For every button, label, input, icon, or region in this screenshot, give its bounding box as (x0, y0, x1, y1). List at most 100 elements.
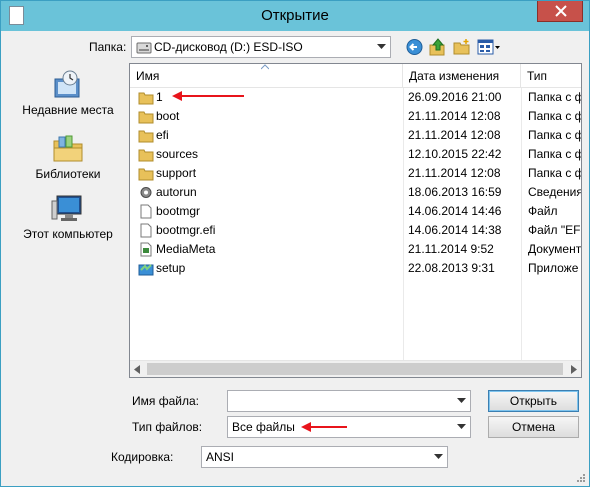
recent-places-icon (54, 70, 80, 98)
title-bar[interactable]: Открытие (1, 1, 589, 31)
file-type: Папка с ф (528, 128, 581, 142)
file-icon (140, 223, 152, 238)
folder-icon (138, 149, 154, 162)
computer-icon (51, 195, 82, 221)
column-header: Имя Дата изменения Тип (130, 64, 581, 88)
setup-app-icon (138, 264, 154, 276)
place-libraries[interactable]: Библиотеки (8, 133, 128, 181)
lookin-value: CD-дисковод (D:) ESD-ISO (154, 40, 303, 54)
window-title: Открытие (261, 7, 329, 24)
folder-icon (138, 130, 154, 143)
file-row[interactable]: autorun 18.06.2013 16:59 Сведения (130, 183, 581, 202)
close-button[interactable] (537, 1, 583, 22)
filetype-dropdown[interactable]: Все файлы (227, 416, 471, 438)
encoding-label: Кодировка: (111, 450, 174, 464)
file-type: Папка с ф (528, 147, 581, 161)
encoding-dropdown[interactable]: ANSI (201, 446, 448, 468)
file-date: 12.10.2015 22:42 (408, 147, 502, 161)
open-button[interactable]: Открыть (488, 390, 579, 412)
file-type: Папка с ф (528, 166, 581, 180)
column-name-label: Имя (136, 69, 160, 83)
encoding-value: ANSI (206, 450, 235, 464)
file-row[interactable]: MediaMeta 21.11.2014 9:52 Документ (130, 240, 581, 259)
filename-input[interactable] (227, 390, 471, 412)
resize-grip-icon[interactable] (575, 472, 585, 482)
file-date: 22.08.2013 9:31 (408, 261, 495, 275)
new-folder-icon[interactable] (453, 38, 471, 56)
back-icon[interactable] (406, 38, 423, 56)
file-row[interactable]: efi 21.11.2014 12:08 Папка с ф (130, 126, 581, 145)
file-name: autorun (156, 185, 197, 199)
folder-icon (138, 168, 154, 181)
view-menu-icon[interactable] (477, 38, 501, 56)
file-date: 14.06.2014 14:38 (408, 223, 502, 237)
file-date: 21.11.2014 12:08 (408, 166, 501, 180)
file-name: bootmgr (156, 204, 201, 218)
file-row[interactable]: sources 12.10.2015 22:42 Папка с ф (130, 145, 581, 164)
file-list[interactable]: Имя Дата изменения Тип 1 26.09.2016 21:0… (129, 63, 582, 378)
sort-ascending-icon (261, 64, 269, 70)
lookin-dropdown[interactable]: CD-дисковод (D:) ESD-ISO (131, 36, 391, 58)
file-date: 21.11.2014 12:08 (408, 109, 501, 123)
column-date-label: Дата изменения (409, 69, 500, 83)
chevron-down-icon (457, 398, 466, 403)
lookin-label: Папка: (89, 40, 127, 54)
file-date: 14.06.2014 14:46 (408, 204, 502, 218)
annotation-arrow (301, 422, 347, 432)
column-type-label: Тип (527, 69, 548, 83)
horizontal-scrollbar[interactable] (130, 360, 581, 377)
file-row[interactable]: support 21.11.2014 12:08 Папка с ф (130, 164, 581, 183)
file-date: 18.06.2013 16:59 (408, 185, 502, 199)
up-folder-icon[interactable] (429, 38, 447, 56)
place-label: Библиотеки (35, 167, 101, 181)
filetype-dropdown-arrow[interactable] (452, 417, 470, 437)
settings-file-icon (140, 187, 152, 198)
file-row[interactable]: boot 21.11.2014 12:08 Папка с ф (130, 107, 581, 126)
filename-dropdown-arrow[interactable] (452, 391, 470, 411)
cancel-button[interactable]: Отмена (488, 416, 579, 438)
scrollbar-thumb[interactable] (147, 363, 563, 375)
file-type: Файл (528, 204, 558, 218)
file-date: 21.11.2014 9:52 (408, 242, 494, 256)
file-row[interactable]: bootmgr 14.06.2014 14:46 Файл (130, 202, 581, 221)
file-name: support (156, 166, 197, 180)
encoding-dropdown-arrow[interactable] (429, 447, 447, 467)
folder-icon (138, 111, 154, 124)
file-name: sources (156, 147, 199, 161)
close-icon (555, 5, 567, 17)
file-name: setup (156, 261, 186, 275)
file-name: boot (156, 109, 180, 123)
file-date: 26.09.2016 21:00 (408, 90, 502, 104)
open-dialog: Открытие Папка: CD-дисковод (D:) ESD-ISO (0, 0, 590, 487)
file-type: Файл "EFI (528, 223, 581, 237)
filename-label: Имя файла: (132, 394, 199, 408)
chevron-down-icon (434, 454, 443, 459)
file-row[interactable]: setup 22.08.2013 9:31 Приложе (130, 259, 581, 278)
place-label: Этот компьютер (23, 227, 113, 241)
place-computer[interactable]: Этот компьютер (8, 193, 128, 241)
scroll-left-icon[interactable] (134, 365, 140, 374)
file-name: bootmgr.efi (156, 223, 216, 237)
chevron-down-icon (457, 424, 466, 429)
file-name: efi (156, 128, 169, 142)
file-row[interactable]: bootmgr.efi 14.06.2014 14:38 Файл "EFI (130, 221, 581, 240)
places-bar: Недавние места Библиотеки Этот компьютер (8, 63, 128, 433)
chevron-down-icon (377, 44, 386, 49)
file-type: Приложе (528, 261, 579, 275)
column-date[interactable]: Дата изменения (403, 64, 521, 88)
lookin-dropdown-arrow[interactable] (372, 37, 390, 57)
file-type: Папка с ф (528, 109, 581, 123)
file-date: 21.11.2014 12:08 (408, 128, 501, 142)
place-label: Недавние места (22, 103, 114, 117)
file-name: MediaMeta (156, 242, 216, 256)
folder-icon (138, 92, 154, 105)
filetype-value: Все файлы (232, 420, 295, 434)
filetype-label: Тип файлов: (132, 420, 203, 434)
libraries-icon (53, 135, 83, 162)
cd-drive-icon (136, 42, 152, 54)
scroll-right-icon[interactable] (571, 365, 577, 374)
xml-document-icon (140, 242, 152, 257)
place-recent[interactable]: Недавние места (8, 69, 128, 117)
file-type: Документ (528, 242, 581, 256)
column-type[interactable]: Тип (521, 64, 581, 88)
